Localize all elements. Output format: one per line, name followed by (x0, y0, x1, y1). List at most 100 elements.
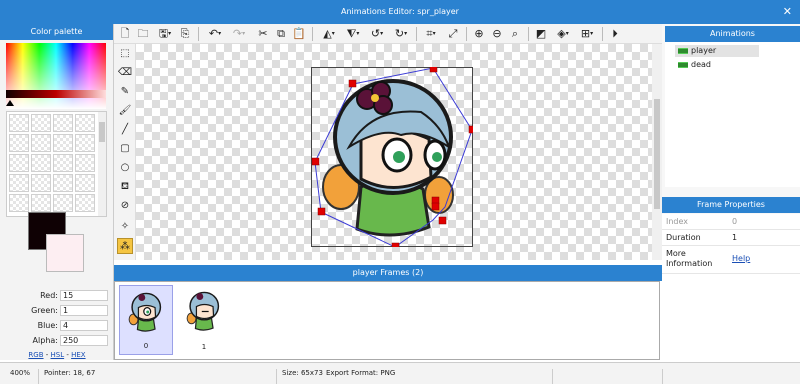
swatch[interactable] (31, 194, 51, 212)
zoom-in-icon[interactable]: ⊕ (472, 26, 486, 42)
swatch[interactable] (75, 114, 95, 132)
zoom-out-icon[interactable]: ⊖ (490, 26, 504, 42)
bucket-icon[interactable]: ⛾ (117, 179, 133, 195)
save-icon[interactable]: 🖫▾ (154, 26, 176, 42)
help-link[interactable]: Help (732, 254, 750, 263)
shade-slider-caret-icon[interactable] (6, 100, 14, 106)
resize-icon[interactable]: ⤢ (446, 26, 460, 42)
window-title: Animations Editor: spr_player (341, 7, 459, 16)
rotate-right-icon[interactable]: ↻▾ (390, 26, 412, 42)
layers-icon[interactable]: ◈▾ (552, 26, 574, 42)
toolbar-separator (312, 27, 313, 41)
status-bar: 400% Pointer: 18, 67 Size: 65x73 Export … (0, 362, 800, 384)
swatch[interactable] (9, 154, 29, 172)
hex-link[interactable]: HEX (71, 351, 85, 359)
swatch[interactable] (75, 194, 95, 212)
secondary-color-swatch[interactable] (46, 234, 84, 272)
paste-icon[interactable]: 📋 (292, 26, 306, 42)
animation-item-player[interactable]: player (675, 45, 759, 57)
eraser-icon[interactable]: ⌫ (117, 65, 133, 81)
brush-icon[interactable]: 🖌 (117, 103, 133, 119)
blue-field-row: Blue: 4 (0, 320, 114, 332)
toolbar-separator (528, 27, 529, 41)
scrollbar-thumb[interactable] (99, 122, 105, 142)
pointer-position: Pointer: 18, 67 (44, 369, 96, 377)
swatch[interactable] (53, 174, 73, 192)
swatch-grid (6, 111, 107, 217)
hsl-link[interactable]: HSL (51, 351, 65, 359)
swatch[interactable] (9, 174, 29, 192)
color-palette-panel: Color palette Red: 15 Green: 1 Blue: 4 A… (0, 24, 114, 360)
frame-preview (128, 292, 162, 332)
rgb-link[interactable]: RGB (28, 351, 43, 359)
scrollbar-thumb[interactable] (654, 99, 660, 209)
property-value: 0 (732, 217, 738, 226)
copy-icon[interactable]: ⧉ (274, 26, 288, 42)
mirror-icon[interactable]: ⧨▾ (342, 26, 364, 42)
frames-panel-title: player Frames (2) (114, 265, 662, 281)
color-spectrum[interactable] (6, 43, 106, 109)
red-input[interactable]: 15 (60, 290, 108, 301)
ellipse-icon[interactable]: ○ (117, 160, 133, 176)
swatch[interactable] (75, 174, 95, 192)
crop-icon[interactable]: ⌗▾ (420, 26, 442, 42)
swatch[interactable] (53, 114, 73, 132)
swatch[interactable] (31, 154, 51, 172)
swatch[interactable] (9, 194, 29, 212)
shade-slider[interactable] (6, 90, 106, 98)
grid-icon[interactable]: ⊞▾ (576, 26, 598, 42)
toolbar-separator (416, 27, 417, 41)
status-divider (276, 369, 277, 384)
swatch[interactable] (9, 134, 29, 152)
animation-item-dead[interactable]: dead (675, 59, 759, 71)
frame-thumbnail[interactable]: 0 (119, 285, 173, 355)
undo-icon[interactable]: ↶▾ (204, 26, 226, 42)
open-folder-icon[interactable]: 🗀 (136, 26, 150, 42)
eyedropper-icon[interactable]: ⊘ (117, 198, 133, 214)
export-format: Export Format: PNG (326, 369, 396, 377)
swatch[interactable] (53, 134, 73, 152)
status-divider (552, 369, 553, 384)
play-icon[interactable]: ⏵ (608, 26, 622, 42)
pencil-icon[interactable]: ✎ (117, 84, 133, 100)
alpha-field-row: Alpha: 250 (0, 335, 114, 347)
blue-input[interactable]: 4 (60, 320, 108, 331)
alpha-label: Alpha: (32, 336, 58, 345)
zoom-fit-icon[interactable]: ⌕ (508, 26, 522, 42)
export-icon[interactable]: ⎘ (178, 26, 192, 42)
swatch[interactable] (75, 154, 95, 172)
drawing-tools: ⬚ ⌫ ✎ 🖌 ╱ ▢ ○ ⛾ ⊘ ✧ ⁂ (114, 44, 136, 260)
swatch-scrollbar[interactable] (98, 112, 106, 216)
swatch[interactable] (31, 114, 51, 132)
redo-icon[interactable]: ↷▾ (228, 26, 250, 42)
swatch[interactable] (53, 154, 73, 172)
film-icon (678, 48, 688, 54)
flip-icon[interactable]: ◭▾ (318, 26, 340, 42)
rotate-left-icon[interactable]: ↺▾ (366, 26, 388, 42)
green-label: Green: (31, 306, 58, 315)
canvas-scrollbar[interactable] (652, 44, 662, 260)
close-icon[interactable]: ✕ (783, 0, 792, 24)
mesh-icon[interactable]: ⁂ (117, 238, 133, 254)
duration-input[interactable]: 1 (732, 233, 737, 242)
property-key: More Information (666, 249, 713, 268)
red-label: Red: (40, 291, 58, 300)
new-file-icon[interactable]: 🗋 (118, 26, 132, 42)
property-key: Index (666, 217, 689, 226)
swatch[interactable] (9, 114, 29, 132)
line-icon[interactable]: ╱ (117, 122, 133, 138)
move-icon[interactable]: ✧ (117, 219, 133, 235)
frame-thumbnail[interactable]: 1 (177, 285, 231, 355)
swatch[interactable] (75, 134, 95, 152)
fill-icon[interactable]: ◩ (534, 26, 548, 42)
select-icon[interactable]: ⬚ (117, 46, 133, 62)
alpha-input[interactable]: 250 (60, 335, 108, 346)
swatch[interactable] (31, 134, 51, 152)
green-input[interactable]: 1 (60, 305, 108, 316)
swatch[interactable] (53, 194, 73, 212)
animation-label: dead (691, 60, 711, 69)
swatch[interactable] (31, 174, 51, 192)
rectangle-icon[interactable]: ▢ (117, 141, 133, 157)
toolbar-separator (466, 27, 467, 41)
cut-icon[interactable]: ✂ (256, 26, 270, 42)
